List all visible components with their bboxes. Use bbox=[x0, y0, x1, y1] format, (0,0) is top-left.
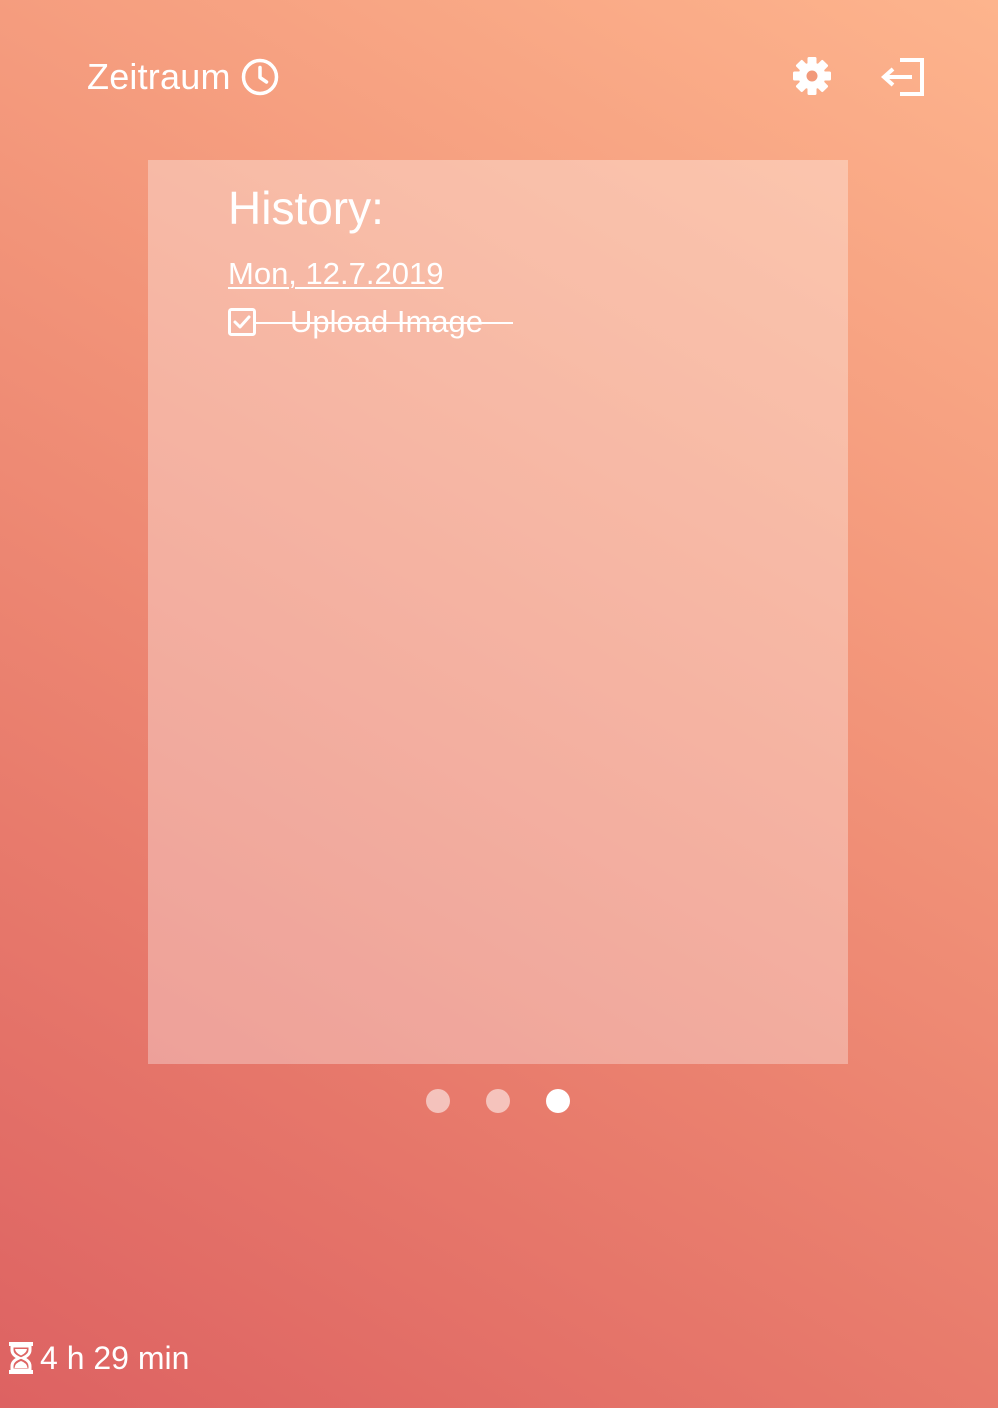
page-indicator bbox=[426, 1089, 570, 1113]
page-dot-3-active[interactable] bbox=[546, 1089, 570, 1113]
history-card: History: Mon, 12.7.2019 Upload Image bbox=[148, 160, 848, 1064]
remaining-time: 4 h 29 min bbox=[8, 1338, 189, 1378]
checked-checkbox-icon bbox=[228, 308, 256, 336]
brand: Zeitraum bbox=[87, 56, 279, 98]
clock-icon bbox=[241, 58, 279, 96]
task-checkbox[interactable] bbox=[228, 308, 256, 336]
app-title: Zeitraum bbox=[87, 56, 231, 97]
remaining-time-text: 4 h 29 min bbox=[40, 1340, 190, 1376]
gear-icon bbox=[793, 57, 831, 95]
page-dot-1[interactable] bbox=[426, 1089, 450, 1113]
history-date-link[interactable]: Mon, 12.7.2019 bbox=[228, 256, 443, 292]
logout-button[interactable] bbox=[880, 57, 926, 97]
history-title: History: bbox=[228, 182, 384, 234]
history-entry: Mon, 12.7.2019 Upload Image bbox=[228, 234, 768, 340]
settings-button[interactable] bbox=[792, 56, 832, 96]
logout-icon bbox=[880, 58, 924, 96]
page-dot-2[interactable] bbox=[486, 1089, 510, 1113]
hourglass-icon bbox=[8, 1341, 34, 1375]
task-strikethrough bbox=[256, 322, 513, 324]
task-item: Upload Image bbox=[228, 304, 768, 340]
